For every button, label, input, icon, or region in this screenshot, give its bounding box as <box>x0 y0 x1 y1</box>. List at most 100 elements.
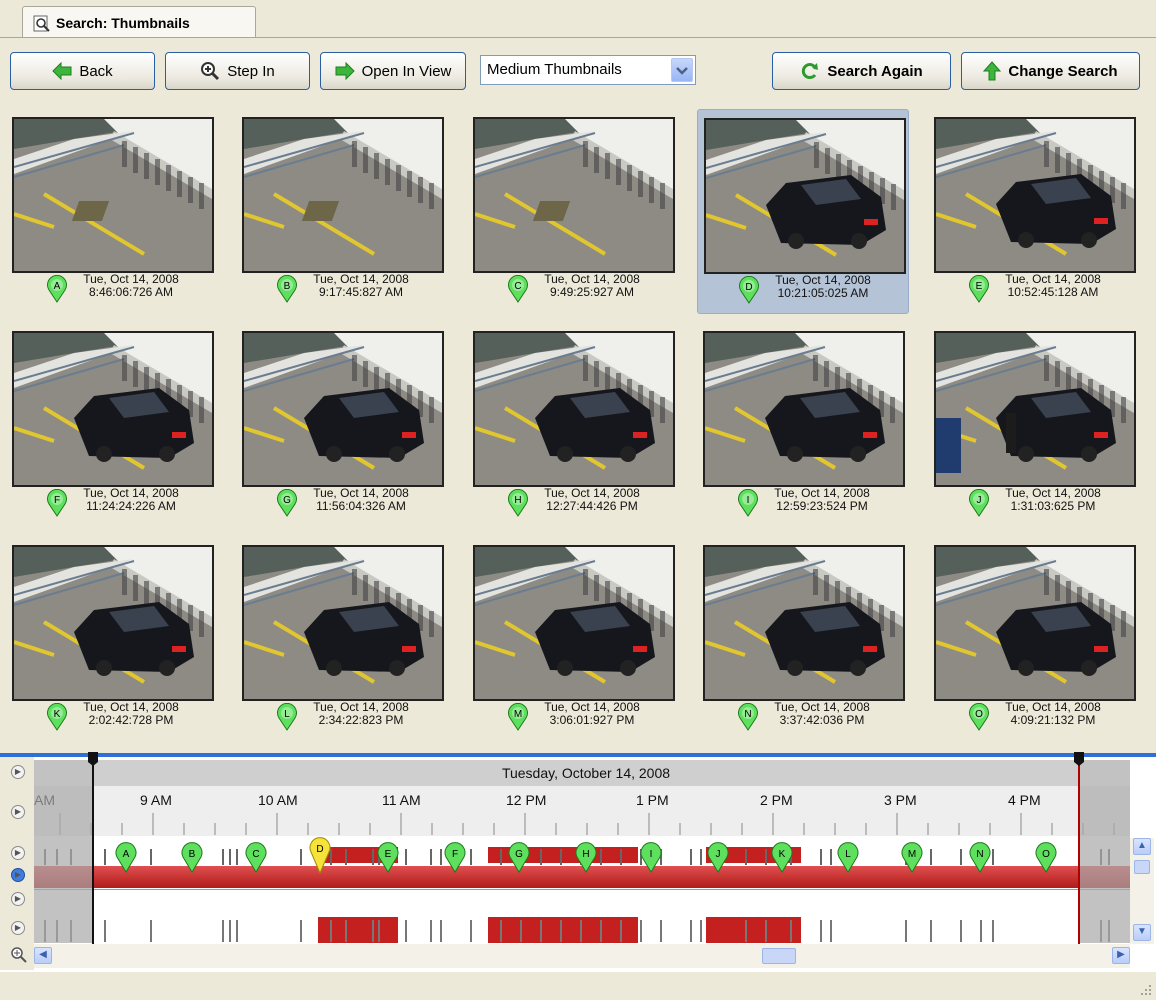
thumbnail-m[interactable]: M Tue, Oct 14, 2008 3:06:01:927 PM <box>467 537 679 742</box>
thumbnail-e[interactable]: E Tue, Oct 14, 2008 10:52:45:128 AM <box>928 109 1140 314</box>
step-in-button[interactable]: Step In <box>165 52 310 90</box>
activity-tick <box>300 849 302 865</box>
thumbnail-image[interactable] <box>242 331 444 487</box>
resize-grip-icon[interactable] <box>1140 984 1152 996</box>
timeline-marker-m[interactable]: M <box>901 842 923 873</box>
thumbnail-caption: Tue, Oct 14, 2008 9:17:45:827 AM <box>276 273 446 299</box>
thumbnail-j[interactable]: J Tue, Oct 14, 2008 1:31:03:625 PM <box>928 323 1140 528</box>
activity-tick <box>540 849 542 865</box>
thumbnail-g[interactable]: G Tue, Oct 14, 2008 11:56:04:326 AM <box>236 323 448 528</box>
range-start-handle[interactable] <box>86 752 100 948</box>
activity-tick <box>820 849 822 865</box>
search-again-button[interactable]: Search Again <box>772 52 951 90</box>
thumbnail-caption: Tue, Oct 14, 2008 3:06:01:927 PM <box>507 701 677 727</box>
thumbnail-i[interactable]: I Tue, Oct 14, 2008 12:59:23:524 PM <box>697 323 909 528</box>
timeline-marker-e[interactable]: E <box>377 842 399 873</box>
thumbnail-image[interactable] <box>934 117 1136 273</box>
thumbnail-image[interactable] <box>703 545 905 701</box>
thumbnail-time: 2:02:42:728 PM <box>88 713 174 727</box>
thumbnail-o[interactable]: O Tue, Oct 14, 2008 4:09:21:132 PM <box>928 537 1140 742</box>
timeline-horizontal-scrollbar[interactable]: ◀ ▶ <box>34 944 1130 968</box>
activity-tick <box>300 920 302 942</box>
timeline-marker-h[interactable]: H <box>575 842 597 873</box>
thumbnail-b[interactable]: B Tue, Oct 14, 2008 9:17:45:827 AM <box>236 109 448 314</box>
timeline-marker-b[interactable]: B <box>181 842 203 873</box>
thumbnail-image[interactable] <box>12 117 214 273</box>
thumbnail-image[interactable] <box>704 118 906 274</box>
refresh-icon <box>802 63 819 80</box>
thumbnail-d[interactable]: D Tue, Oct 14, 2008 10:21:05:025 AM <box>697 109 909 314</box>
thumbnail-k[interactable]: K Tue, Oct 14, 2008 2:02:42:728 PM <box>6 537 218 742</box>
timeline-marker-f[interactable]: F <box>444 842 466 873</box>
timeline-marker-k[interactable]: K <box>771 842 793 873</box>
scroll-down-icon[interactable]: ▼ <box>1133 924 1151 941</box>
back-button[interactable]: Back <box>10 52 155 90</box>
activity-tick <box>700 849 702 865</box>
timeline-out-of-range-left <box>34 760 92 943</box>
timeline-marker-o[interactable]: O <box>1035 842 1057 873</box>
chevron-down-icon[interactable] <box>671 58 693 82</box>
timeline-marker-g[interactable]: G <box>508 842 530 873</box>
thumbnail-image[interactable] <box>473 331 675 487</box>
thumbnail-a[interactable]: A Tue, Oct 14, 2008 8:46:06:726 AM <box>6 109 218 314</box>
thumbnail-image[interactable] <box>473 545 675 701</box>
thumbnail-c[interactable]: C Tue, Oct 14, 2008 9:49:25:927 AM <box>467 109 679 314</box>
thumbnail-image[interactable] <box>242 117 444 273</box>
scroll-thumb[interactable] <box>1134 860 1150 874</box>
thumbnail-size-select[interactable]: Medium Thumbnails <box>480 55 696 85</box>
activity-tick <box>600 849 602 865</box>
thumbnail-time: 3:06:01:927 PM <box>549 713 635 727</box>
motion-segment[interactable] <box>488 917 638 943</box>
thumbnail-f[interactable]: F Tue, Oct 14, 2008 11:24:24:226 AM <box>6 323 218 528</box>
activity-tick <box>500 849 502 865</box>
activity-tick <box>236 920 238 942</box>
thumbnail-time: 10:52:45:128 AM <box>1007 285 1099 299</box>
activity-tick <box>440 849 442 865</box>
thumbnail-l[interactable]: L Tue, Oct 14, 2008 2:34:22:823 PM <box>236 537 448 742</box>
timeline-marker-d[interactable]: D <box>309 837 331 875</box>
timeline-marker-j[interactable]: J <box>707 842 729 873</box>
thumbnail-image[interactable] <box>934 331 1136 487</box>
thumbnail-caption: Tue, Oct 14, 2008 11:56:04:326 AM <box>276 487 446 513</box>
thumbnail-image[interactable] <box>473 117 675 273</box>
scroll-up-icon[interactable]: ▲ <box>1133 838 1151 855</box>
activity-tick <box>905 920 907 942</box>
activity-tick <box>992 849 994 865</box>
activity-tick <box>470 920 472 942</box>
timeline-activity[interactable]: A B C D E F G H I J K L M N O <box>0 757 1156 972</box>
thumbnail-time: 11:56:04:326 AM <box>316 499 406 513</box>
scroll-right-icon[interactable]: ▶ <box>1112 947 1130 964</box>
range-end-handle[interactable] <box>1072 752 1086 948</box>
activity-tick <box>560 849 562 865</box>
activity-tick <box>372 920 374 942</box>
activity-tick <box>560 920 562 942</box>
timeline-marker-a[interactable]: A <box>115 842 137 873</box>
tab-search-thumbnails[interactable]: Search: Thumbnails <box>22 6 256 38</box>
thumbnail-caption: Tue, Oct 14, 2008 3:37:42:036 PM <box>737 701 907 727</box>
change-search-button[interactable]: Change Search <box>961 52 1140 90</box>
thumbnail-image[interactable] <box>12 545 214 701</box>
thumbnail-image[interactable] <box>703 331 905 487</box>
scroll-thumb[interactable] <box>762 948 796 964</box>
timeline-marker-l[interactable]: L <box>837 842 859 873</box>
activity-tick <box>930 849 932 865</box>
thumbnail-image[interactable] <box>12 331 214 487</box>
thumbnail-size-value: Medium Thumbnails <box>487 61 622 78</box>
open-in-view-button[interactable]: Open In View <box>320 52 466 90</box>
scroll-left-icon[interactable]: ◀ <box>34 947 52 964</box>
timeline-marker-n[interactable]: N <box>969 842 991 873</box>
activity-tick <box>440 920 442 942</box>
thumbnail-time: 2:34:22:823 PM <box>318 713 404 727</box>
thumbnail-h[interactable]: H Tue, Oct 14, 2008 12:27:44:426 PM <box>467 323 679 528</box>
timeline-marker-i[interactable]: I <box>640 842 662 873</box>
activity-tick <box>765 849 767 865</box>
thumbnail-image[interactable] <box>934 545 1136 701</box>
timeline-vertical-scrollbar[interactable]: ▲ ▼ <box>1130 838 1154 944</box>
activity-tick <box>830 849 832 865</box>
thumbnail-n[interactable]: N Tue, Oct 14, 2008 3:37:42:036 PM <box>697 537 909 742</box>
thumbnail-image[interactable] <box>242 545 444 701</box>
activity-tick <box>992 920 994 942</box>
timeline-marker-c[interactable]: C <box>245 842 267 873</box>
svg-text:O: O <box>1042 849 1050 860</box>
timeline-zoom-icon[interactable] <box>10 946 28 964</box>
